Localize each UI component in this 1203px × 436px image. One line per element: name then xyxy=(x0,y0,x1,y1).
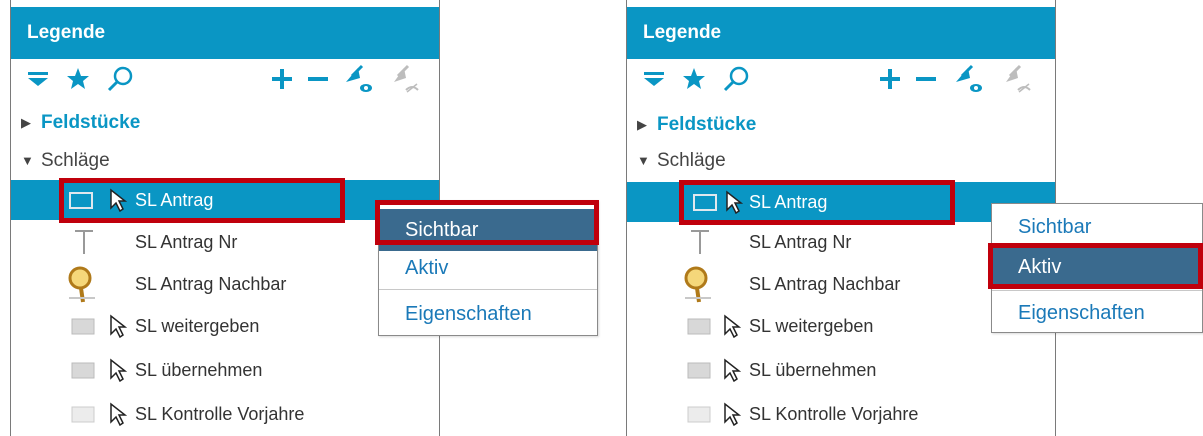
menu-item-eigenschaften[interactable]: Eigenschaften xyxy=(992,292,1202,334)
tree-group-feldstuecke[interactable]: ▶ Feldstücke xyxy=(11,103,439,143)
visible-arrow-icon[interactable] xyxy=(951,64,985,93)
callout-highlight xyxy=(59,178,345,223)
layer-item-sl-antrag-nachbar[interactable]: SL Antrag Nachbar xyxy=(11,264,439,304)
group-label: Schläge xyxy=(41,150,110,171)
layer-label: SL übernehmen xyxy=(749,360,877,380)
search-icon[interactable] xyxy=(105,65,135,93)
callout-highlight xyxy=(679,180,955,225)
menu-separator xyxy=(379,289,597,290)
layer-rectangle-icon xyxy=(71,406,95,423)
tree-group-feldstuecke[interactable]: ▶ Feldstücke xyxy=(627,105,1055,145)
text-layer-icon xyxy=(691,230,709,254)
layer-label: SL Antrag Nr xyxy=(749,232,852,252)
group-label: Feldstücke xyxy=(41,112,141,133)
filter-icon[interactable] xyxy=(643,65,665,93)
hidden-arrow-icon[interactable] xyxy=(999,64,1033,93)
layer-item-sl-uebernehmen[interactable]: SL übernehmen xyxy=(11,350,439,390)
cursor-arrow-icon xyxy=(724,314,741,338)
cursor-arrow-icon xyxy=(110,314,127,338)
layer-label: SL Kontrolle Vorjahre xyxy=(749,404,919,424)
search-icon[interactable] xyxy=(721,65,751,93)
layer-rectangle-icon xyxy=(687,362,711,379)
legend-toolbar xyxy=(11,59,439,99)
collapsed-caret-icon[interactable]: ▶ xyxy=(637,117,647,133)
layer-label: SL weitergeben xyxy=(135,316,260,336)
layer-rectangle-icon xyxy=(71,318,95,335)
callout-highlight xyxy=(988,243,1203,289)
text-layer-icon xyxy=(75,230,93,254)
minus-icon[interactable] xyxy=(913,65,939,93)
magnifier-layer-icon xyxy=(68,266,95,303)
layer-rectangle-icon xyxy=(687,406,711,423)
filter-icon[interactable] xyxy=(27,65,49,93)
magnifier-layer-icon xyxy=(684,266,711,303)
menu-item-aktiv[interactable]: Aktiv xyxy=(379,247,597,289)
star-icon[interactable] xyxy=(65,65,91,93)
plus-icon[interactable] xyxy=(877,65,903,93)
layer-label: SL übernehmen xyxy=(135,360,263,380)
tree-group-schlaege[interactable]: ▼ Schläge xyxy=(627,141,1055,181)
layer-label: SL Kontrolle Vorjahre xyxy=(135,404,305,424)
cursor-arrow-icon xyxy=(724,358,741,382)
visible-arrow-icon[interactable] xyxy=(341,64,375,93)
cursor-arrow-icon xyxy=(110,402,127,426)
expanded-caret-icon[interactable]: ▼ xyxy=(637,153,650,168)
plus-icon[interactable] xyxy=(269,65,295,93)
group-label: Feldstücke xyxy=(657,114,757,135)
menu-separator xyxy=(992,290,1202,291)
layer-label: SL Antrag Nachbar xyxy=(749,274,901,294)
minus-icon[interactable] xyxy=(305,65,331,93)
legend-toolbar xyxy=(627,59,1055,99)
layer-item-sl-weitergeben[interactable]: SL weitergeben xyxy=(11,306,439,346)
tree-group-schlaege[interactable]: ▼ Schläge xyxy=(11,141,439,181)
layer-item-sl-kontrolle-vorjahre[interactable]: SL Kontrolle Vorjahre xyxy=(627,394,1055,434)
layer-label: SL weitergeben xyxy=(749,316,874,336)
cursor-arrow-icon xyxy=(110,358,127,382)
callout-highlight xyxy=(375,200,599,245)
star-icon[interactable] xyxy=(681,65,707,93)
collapsed-caret-icon[interactable]: ▶ xyxy=(21,115,31,131)
expanded-caret-icon[interactable]: ▼ xyxy=(21,153,34,168)
layer-label: SL Antrag Nachbar xyxy=(135,274,287,294)
menu-item-eigenschaften[interactable]: Eigenschaften xyxy=(379,293,597,335)
layer-rectangle-icon xyxy=(71,362,95,379)
menu-item-sichtbar[interactable]: Sichtbar xyxy=(992,206,1202,248)
legend-header: Legende xyxy=(11,7,439,59)
group-label: Schläge xyxy=(657,150,726,171)
legend-header: Legende xyxy=(627,7,1055,59)
layer-rectangle-icon xyxy=(687,318,711,335)
layer-item-sl-uebernehmen[interactable]: SL übernehmen xyxy=(627,350,1055,390)
cursor-arrow-icon xyxy=(724,402,741,426)
hidden-arrow-icon[interactable] xyxy=(387,64,421,93)
layer-label: SL Antrag Nr xyxy=(135,232,238,252)
layer-item-sl-kontrolle-vorjahre[interactable]: SL Kontrolle Vorjahre xyxy=(11,394,439,434)
